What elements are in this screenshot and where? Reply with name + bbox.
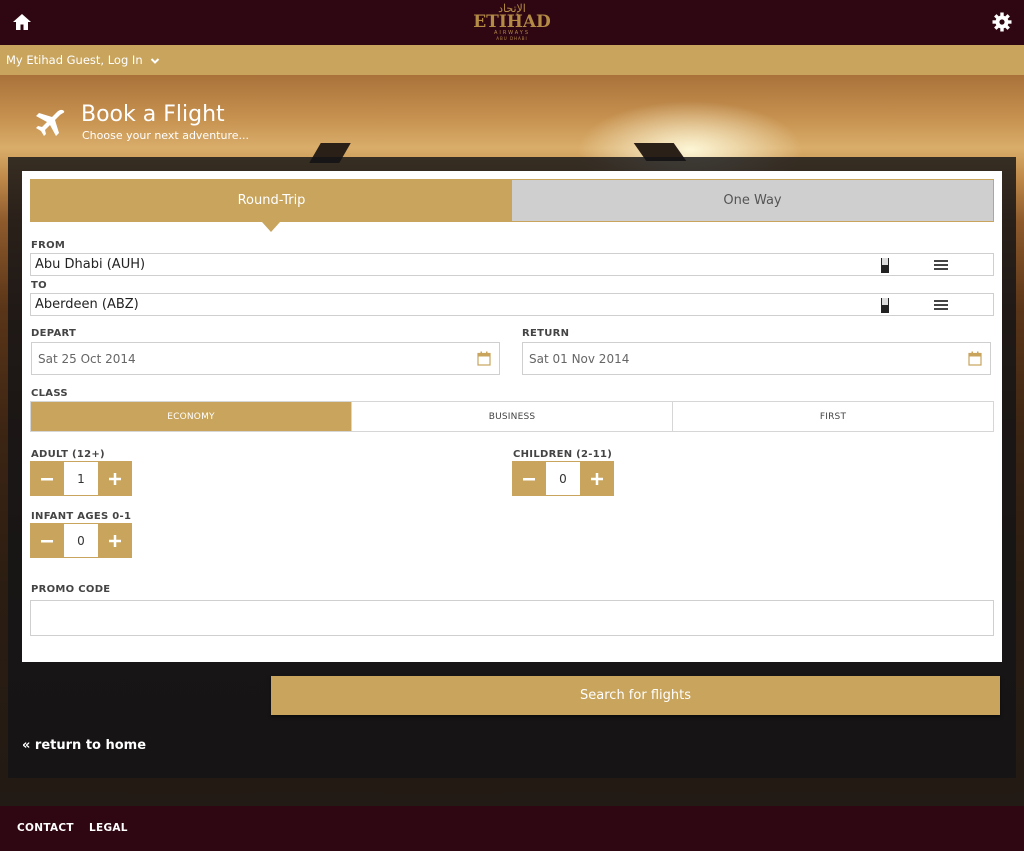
selected-indicator-arrow xyxy=(262,222,280,232)
chevron-down-icon xyxy=(151,57,160,64)
plus-icon xyxy=(109,534,121,547)
gear-icon[interactable] xyxy=(992,12,1012,32)
home-icon[interactable] xyxy=(12,12,32,32)
from-value: Abu Dhabi (AUH) xyxy=(35,257,146,272)
infant-count[interactable]: 0 xyxy=(64,523,98,558)
minus-icon xyxy=(41,539,53,542)
page-title: Book a Flight xyxy=(81,102,225,127)
airplane-icon xyxy=(36,109,65,136)
contact-link[interactable]: CONTACT xyxy=(17,822,74,834)
minus-icon xyxy=(523,477,535,480)
round-trip-tab[interactable]: Round-Trip xyxy=(31,180,512,221)
return-label: RETURN xyxy=(522,328,570,339)
return-date-field[interactable]: Sat 01 Nov 2014 xyxy=(522,342,991,375)
adult-label: ADULT (12+) xyxy=(31,449,105,460)
children-stepper: 0 xyxy=(512,461,614,496)
adult-decrement-button[interactable] xyxy=(30,461,64,496)
infant-stepper: 0 xyxy=(30,523,132,558)
plus-icon xyxy=(109,472,121,485)
dropdown-arrow-icon xyxy=(881,258,889,273)
depart-date-field[interactable]: Sat 25 Oct 2014 xyxy=(31,342,500,375)
top-bar: الإتحاد ETIHAD AIRWAYS ABU DHABI xyxy=(0,0,1024,45)
adult-count[interactable]: 1 xyxy=(64,461,98,496)
infant-decrement-button[interactable] xyxy=(30,523,64,558)
minus-icon xyxy=(41,477,53,480)
legal-link[interactable]: LEGAL xyxy=(89,822,128,834)
to-value: Aberdeen (ABZ) xyxy=(35,297,139,312)
return-to-home-link[interactable]: « return to home xyxy=(22,738,146,753)
dropdown-arrow-icon xyxy=(881,298,889,313)
page-subtitle: Choose your next adventure... xyxy=(82,129,249,142)
adult-stepper: 1 xyxy=(30,461,132,496)
promo-code-label: PROMO CODE xyxy=(31,584,111,595)
from-select[interactable]: Abu Dhabi (AUH) xyxy=(30,253,994,276)
etihad-logo: الإتحاد ETIHAD AIRWAYS ABU DHABI xyxy=(473,2,551,42)
class-economy-option[interactable]: ECONOMY xyxy=(31,402,352,431)
depart-date-value: Sat 25 Oct 2014 xyxy=(38,352,136,366)
cabin-class-selector: ECONOMY BUSINESS FIRST xyxy=(30,401,994,432)
from-label: FROM xyxy=(31,240,66,251)
class-label: CLASS xyxy=(31,388,68,399)
depart-label: DEPART xyxy=(31,328,77,339)
children-count[interactable]: 0 xyxy=(546,461,580,496)
to-select[interactable]: Aberdeen (ABZ) xyxy=(30,293,994,316)
infant-increment-button[interactable] xyxy=(98,523,132,558)
to-label: TO xyxy=(31,280,47,291)
menu-icon[interactable] xyxy=(933,298,949,312)
promo-code-field xyxy=(30,600,994,636)
infant-label: INFANT AGES 0-1 xyxy=(31,511,132,522)
account-bar: My Etihad Guest, Log In xyxy=(0,45,1024,75)
menu-icon[interactable] xyxy=(933,258,949,272)
plus-icon xyxy=(591,472,603,485)
class-business-option[interactable]: BUSINESS xyxy=(352,402,673,431)
footer: CONTACT LEGAL xyxy=(0,806,1024,851)
one-way-tab[interactable]: One Way xyxy=(512,180,993,221)
adult-increment-button[interactable] xyxy=(98,461,132,496)
class-first-option[interactable]: FIRST xyxy=(673,402,993,431)
return-date-value: Sat 01 Nov 2014 xyxy=(529,352,630,366)
children-increment-button[interactable] xyxy=(580,461,614,496)
children-label: CHILDREN (2-11) xyxy=(513,449,613,460)
account-login-dropdown[interactable]: My Etihad Guest, Log In xyxy=(6,53,160,67)
trip-type-toggle: Round-Trip One Way xyxy=(30,179,994,222)
calendar-icon[interactable] xyxy=(477,351,491,366)
children-decrement-button[interactable] xyxy=(512,461,546,496)
search-flights-button[interactable]: Search for flights xyxy=(271,676,1000,715)
promo-code-input[interactable] xyxy=(31,601,993,635)
calendar-icon[interactable] xyxy=(968,351,982,366)
account-login-label: My Etihad Guest, Log In xyxy=(6,53,143,67)
